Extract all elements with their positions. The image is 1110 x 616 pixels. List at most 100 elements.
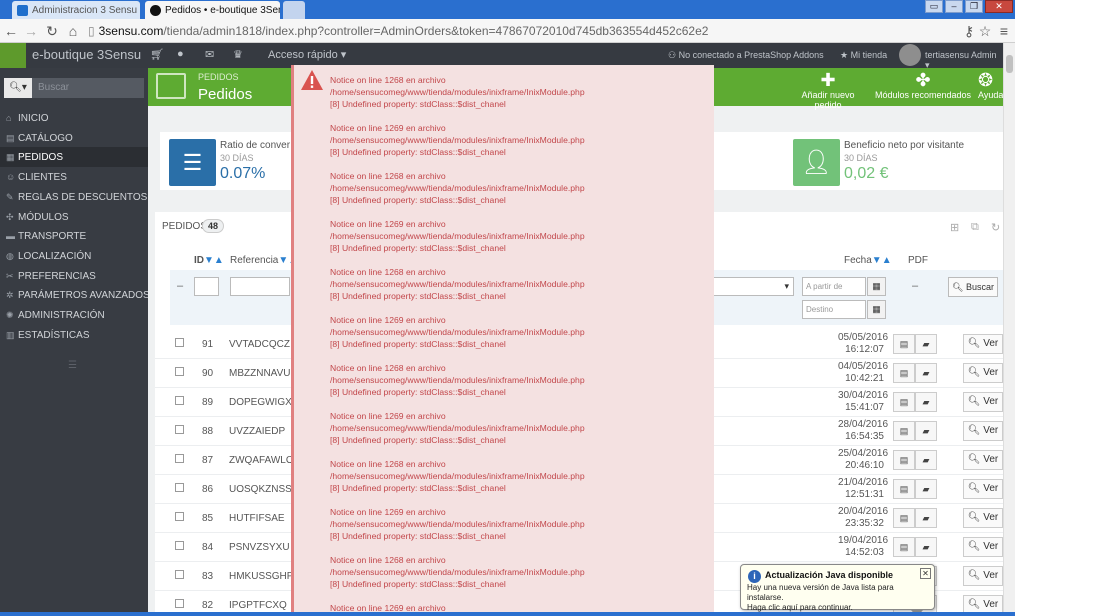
sidebar-item-inicio[interactable]: ⌂ INICIO [0,108,148,128]
view-order-button[interactable]: 🔍︎ Ver [963,508,1003,528]
row-checkbox[interactable] [175,483,184,492]
invoice-icon[interactable]: ▤ [893,508,915,528]
sidebar-item-estad-sticas[interactable]: ▥ ESTADÍSTICAS [0,325,148,345]
my-shop-link[interactable]: ★ Mi tienda [840,50,887,61]
view-order-button[interactable]: 🔍︎ Ver [963,566,1003,586]
sidebar-item-reglas-de-descuentos[interactable]: ✎ REGLAS DE DESCUENTOS [0,187,148,207]
search-icon[interactable]: 🔍︎▾ [4,78,32,98]
help-button[interactable]: ❂ Ayuda [978,70,1003,100]
collapse-icon[interactable]: ☰ [68,360,77,371]
row-checkbox[interactable] [175,541,184,550]
row-checkbox[interactable] [175,512,184,521]
minimize-button[interactable]: – [945,0,963,13]
address-bar[interactable]: ▯ 3sensu.com /tienda/admin1818/index.php… [88,21,998,40]
invoice-icon[interactable]: ▤ [893,479,915,499]
visitor-kpi[interactable]: Beneficio neto por visitante 30 DÍAS 0,0… [844,140,999,183]
avatar[interactable] [899,44,921,66]
add-icon[interactable]: ⊞ [950,221,959,234]
sidebar-item-m-dulos[interactable]: ✣ MÓDULOS [0,207,148,227]
warning-icon [301,70,323,90]
search-input[interactable]: Buscar [32,78,144,98]
back-icon[interactable]: ← [2,23,20,39]
breadcrumb[interactable]: PEDIDOS [198,72,239,82]
add-order-button[interactable]: ✚ Añadir nuevo pedido [788,70,868,110]
export-icon[interactable]: ⧉ [971,221,979,234]
filter-select[interactable]: ▾ [712,277,794,296]
delivery-icon[interactable]: ▰ [915,392,937,412]
invoice-icon[interactable]: ▤ [893,334,915,354]
close-icon[interactable]: ✕ [920,568,931,579]
cart-icon[interactable]: 🛒︎ [150,48,164,61]
java-update-notification[interactable]: i Actualización Java disponible Hay una … [740,564,935,616]
refresh-icon[interactable]: ↻ [991,221,1000,234]
view-order-button[interactable]: 🔍︎ Ver [963,450,1003,470]
invoice-icon[interactable]: ▤ [893,363,915,383]
row-checkbox[interactable] [175,367,184,376]
addons-link[interactable]: ⚇ No conectado a PrestaShop Addons [668,50,824,61]
tab-pedidos[interactable]: Pedidos • e-boutique 3Sensu × [145,1,280,19]
shop-name[interactable]: e-boutique 3Sensu [32,47,141,62]
view-order-button[interactable]: 🔍︎ Ver [963,537,1003,557]
maximize-button[interactable]: ❐ [965,0,983,13]
view-order-button[interactable]: 🔍︎ Ver [963,363,1003,383]
home-icon[interactable]: ⌂ [64,23,82,39]
recommended-modules-button[interactable]: ✤ Módulos recomendados [873,70,973,100]
delivery-icon[interactable]: ▰ [915,537,937,557]
sidebar-item-preferencias[interactable]: ✂ PREFERENCIAS [0,266,148,286]
invoice-icon[interactable]: ▤ [893,392,915,412]
date-from-input[interactable]: A partir de [802,277,866,296]
sidebar-item-transporte[interactable]: ▬ TRANSPORTE [0,226,148,246]
new-tab-button[interactable] [283,1,305,19]
conversion-kpi[interactable]: Ratio de conversión 30 DÍAS 0.07% [220,140,290,183]
row-checkbox[interactable] [175,570,184,579]
browser-tab-bar: Administracion 3 Sensu - Out × Pedidos •… [0,0,1015,19]
sidebar-item-clientes[interactable]: ☺ CLIENTES [0,167,148,187]
prestashop-logo[interactable] [0,43,26,68]
view-order-button[interactable]: 🔍︎ Ver [963,334,1003,354]
user-icon[interactable]: ▭ [925,0,943,13]
quick-access-dropdown[interactable]: Acceso rápido ▾ [268,48,346,61]
col-date[interactable]: Fecha▼▲ [844,255,892,266]
delivery-icon[interactable]: ▰ [915,363,937,383]
sidebar-item-par-metros-avanzados[interactable]: ✲ PARÁMETROS AVANZADOS [0,285,150,305]
row-checkbox[interactable] [175,338,184,347]
delivery-icon[interactable]: ▰ [915,508,937,528]
search-button[interactable]: 🔍︎ Buscar [948,277,998,297]
filter-id-input[interactable] [194,277,219,296]
calendar-icon[interactable]: ▦ [867,277,886,296]
view-order-button[interactable]: 🔍︎ Ver [963,479,1003,499]
date-to-input[interactable]: Destino [802,300,866,319]
invoice-icon[interactable]: ▤ [893,450,915,470]
row-checkbox[interactable] [175,454,184,463]
delivery-icon[interactable]: ▰ [915,479,937,499]
close-window-button[interactable]: ✕ [985,0,1013,13]
delivery-icon[interactable]: ▰ [915,421,937,441]
invoice-icon[interactable]: ▤ [893,537,915,557]
delivery-icon[interactable]: ▰ [915,450,937,470]
reload-icon[interactable]: ↻ [43,23,61,40]
tab-outlook[interactable]: Administracion 3 Sensu - Out × [12,1,140,19]
invoice-icon[interactable]: ▤ [893,421,915,441]
delivery-icon[interactable]: ▰ [915,334,937,354]
view-order-button[interactable]: 🔍︎ Ver [963,392,1003,412]
scrollbar-thumb[interactable] [1006,55,1013,73]
col-id[interactable]: ID▼▲ [194,255,224,266]
sidebar-item-localizaci-n[interactable]: ◍ LOCALIZACIÓN [0,246,148,266]
bookmark-star-icon[interactable]: ☆ [976,23,994,40]
trophy-icon[interactable]: ♛ [233,48,243,61]
sidebar-item-cat-logo[interactable]: ▤ CATÁLOGO [0,128,148,148]
forward-icon[interactable]: → [22,23,40,39]
mail-icon[interactable]: ✉ [205,48,214,61]
user-icon[interactable]: ● [177,48,184,60]
page-scrollbar[interactable] [1003,43,1015,616]
row-checkbox[interactable] [175,396,184,405]
sidebar-item-pedidos[interactable]: ▦ PEDIDOS [0,147,148,168]
sidebar-item-administraci-n[interactable]: ✺ ADMINISTRACIÓN [0,305,148,325]
col-reference[interactable]: Referencia▼▲ [230,255,298,266]
filter-reference-input[interactable] [230,277,290,296]
calendar-icon[interactable]: ▦ [867,300,886,319]
row-checkbox[interactable] [175,599,184,608]
view-order-button[interactable]: 🔍︎ Ver [963,421,1003,441]
menu-icon[interactable]: ≡ [995,23,1013,39]
row-checkbox[interactable] [175,425,184,434]
